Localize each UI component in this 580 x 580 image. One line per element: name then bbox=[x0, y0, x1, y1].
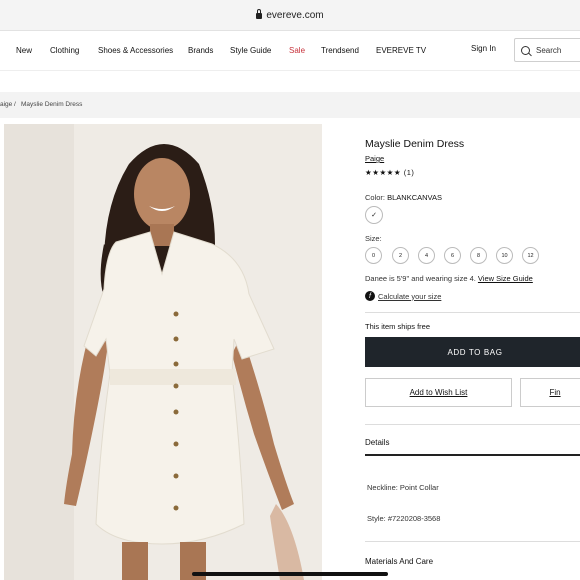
color-swatch-blankcanvas[interactable]: ✓ bbox=[365, 206, 383, 224]
model-photo-illustration bbox=[4, 124, 322, 580]
search-placeholder: Search bbox=[536, 45, 562, 55]
rating[interactable]: ★★★★★ (1) bbox=[365, 168, 414, 177]
size-option-0[interactable]: 0 bbox=[365, 247, 382, 264]
product-title: Mayslie Denim Dress bbox=[365, 138, 465, 150]
nav-trendsend[interactable]: Trendsend bbox=[321, 46, 359, 55]
fit-calculator-icon: f bbox=[365, 291, 375, 301]
add-to-bag-button[interactable]: ADD TO BAG bbox=[365, 337, 580, 367]
size-option-10[interactable]: 10 bbox=[496, 247, 513, 264]
breadcrumb-brand[interactable]: aige bbox=[0, 101, 12, 108]
neckline-spec: Neckline: Point Collar bbox=[367, 483, 439, 492]
breadcrumb-separator: / bbox=[14, 101, 16, 108]
breadcrumb-current: Mayslie Denim Dress bbox=[21, 101, 83, 108]
color-value: BLANKCANVAS bbox=[387, 193, 442, 202]
star-rating-icons: ★★★★★ bbox=[365, 168, 402, 177]
size-option-12[interactable]: 12 bbox=[522, 247, 539, 264]
browser-address-bar[interactable]: evereve.com bbox=[0, 0, 580, 31]
divider bbox=[365, 312, 580, 313]
nav-clothing[interactable]: Clothing bbox=[50, 46, 79, 55]
brand-link[interactable]: Paige bbox=[365, 154, 384, 163]
promo-strip bbox=[0, 70, 580, 93]
divider bbox=[365, 424, 580, 425]
product-image[interactable] bbox=[4, 124, 322, 580]
calculate-size-row[interactable]: f Calculate your size bbox=[365, 291, 441, 301]
size-option-4[interactable]: 4 bbox=[418, 247, 435, 264]
fit-note: Danee is 5'9" and wearing size 4. bbox=[365, 274, 476, 283]
breadcrumb: aige / Mayslie Denim Dress bbox=[0, 92, 580, 118]
fit-note-row: Danee is 5'9" and wearing size 4. View S… bbox=[365, 274, 533, 283]
size-option-6[interactable]: 6 bbox=[444, 247, 461, 264]
search-icon bbox=[521, 45, 530, 55]
main-navigation: New Clothing Shoes & Accessories Brands … bbox=[0, 31, 580, 69]
size-option-8[interactable]: 8 bbox=[470, 247, 487, 264]
home-indicator[interactable] bbox=[192, 572, 388, 576]
details-tab-underline bbox=[365, 454, 580, 456]
color-label-row: Color: BLANKCANVAS bbox=[365, 193, 442, 202]
nav-sale[interactable]: Sale bbox=[289, 46, 305, 55]
nav-new[interactable]: New bbox=[16, 46, 32, 55]
url-text: evereve.com bbox=[266, 9, 324, 21]
nav-brands[interactable]: Brands bbox=[188, 46, 213, 55]
search-input[interactable]: Search bbox=[514, 38, 580, 62]
nav-style-guide[interactable]: Style Guide bbox=[230, 46, 271, 55]
add-to-wish-list-button[interactable]: Add to Wish List bbox=[365, 378, 512, 407]
find-in-store-button[interactable]: Fin bbox=[520, 378, 580, 407]
size-option-2[interactable]: 2 bbox=[392, 247, 409, 264]
lock-icon bbox=[256, 9, 263, 19]
details-tab[interactable]: Details bbox=[365, 438, 389, 447]
color-label: Color: bbox=[365, 193, 386, 202]
check-icon: ✓ bbox=[371, 212, 377, 219]
materials-care-heading[interactable]: Materials And Care bbox=[365, 557, 433, 566]
style-number-spec: Style: #7220208-3568 bbox=[367, 514, 441, 523]
divider bbox=[365, 541, 580, 542]
calculate-size-link[interactable]: Calculate your size bbox=[378, 292, 441, 301]
size-label: Size: bbox=[365, 234, 382, 243]
size-guide-link[interactable]: View Size Guide bbox=[478, 274, 533, 283]
review-count: (1) bbox=[403, 168, 415, 177]
nav-shoes-accessories[interactable]: Shoes & Accessories bbox=[98, 46, 173, 55]
sign-in-link[interactable]: Sign In bbox=[471, 44, 496, 53]
nav-evereve-tv[interactable]: EVEREVE TV bbox=[376, 46, 426, 55]
shipping-note: This item ships free bbox=[365, 322, 431, 331]
